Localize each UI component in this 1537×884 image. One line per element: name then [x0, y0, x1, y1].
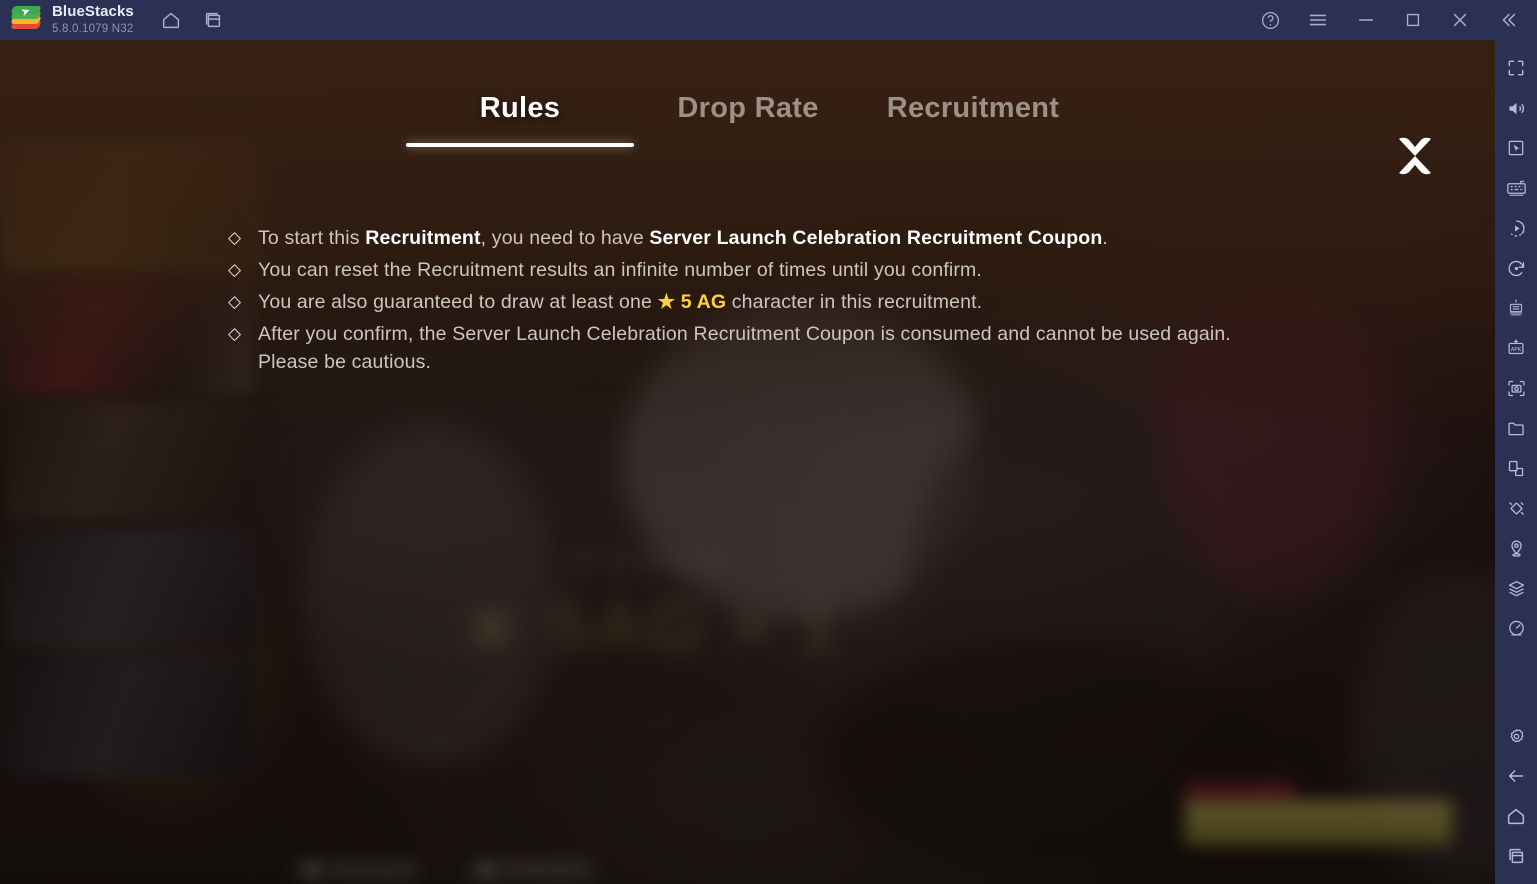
diamond-bullet-icon: ◇: [228, 228, 242, 247]
svg-text:APK: APK: [1511, 347, 1522, 353]
collapse-sidebar-icon[interactable]: [1497, 9, 1519, 31]
tab-recruitment-label: Recruitment: [886, 92, 1060, 124]
fullscreen-icon[interactable]: [1495, 48, 1537, 88]
rule-item: ◇ You can reset the Recruitment results a…: [228, 256, 1288, 284]
rule-text: You are also guaranteed to draw at least…: [258, 291, 983, 313]
layers-icon[interactable]: [1495, 568, 1537, 608]
diamond-bullet-icon: ◇: [228, 324, 242, 343]
game-viewport[interactable]: ★★★★★ ★ 5AG × 1 ▫▫▫▫▫▫▫▫▫▫▫▫▫▫▫▫▫▫▫▫▫▫▫▫…: [0, 40, 1495, 884]
minimize-icon[interactable]: [1355, 9, 1377, 31]
cursor-control-icon[interactable]: [1495, 128, 1537, 168]
bluestacks-sidebar: APK: [1495, 40, 1537, 884]
app-version: 5.8.0.1079 N32: [52, 22, 134, 35]
rules-list: ◇ To start this Recruitment, you need to …: [228, 224, 1288, 380]
sidebar-top-group: APK: [1495, 40, 1537, 648]
tab-rules[interactable]: Rules: [406, 92, 634, 147]
home-icon[interactable]: [160, 9, 182, 31]
titlebar-window-controls: [1260, 0, 1537, 40]
location-icon[interactable]: [1495, 528, 1537, 568]
rule-text: After you confirm, the Server Launch Cel…: [258, 323, 1231, 373]
diamond-bullet-icon: ◇: [228, 260, 242, 279]
home-icon[interactable]: [1495, 796, 1537, 836]
keyboard-controls-icon[interactable]: [1495, 168, 1537, 208]
close-star-icon[interactable]: [1387, 128, 1443, 184]
tab-rules-label: Rules: [479, 92, 561, 124]
multi-instance-sync-icon[interactable]: [1495, 288, 1537, 328]
titlebar: ➤ BlueStacks 5.8.0.1079 N32: [0, 0, 1537, 40]
tab-drop-rate-label: Drop Rate: [677, 92, 819, 124]
rotate-icon[interactable]: [1495, 248, 1537, 288]
volume-icon[interactable]: [1495, 88, 1537, 128]
close-icon[interactable]: [1449, 9, 1471, 31]
sidebar-bottom-group: [1495, 716, 1537, 884]
app-name: BlueStacks: [52, 3, 134, 21]
macro-recorder-icon[interactable]: [1495, 208, 1537, 248]
rule-text: You can reset the Recruitment results an…: [258, 259, 982, 281]
screenshot-icon[interactable]: [1495, 368, 1537, 408]
app-title-block: BlueStacks 5.8.0.1079 N32: [52, 4, 134, 35]
settings-gear-icon[interactable]: [1495, 716, 1537, 756]
bluestacks-logo-icon: ➤: [10, 5, 44, 34]
recents-icon[interactable]: [1495, 836, 1537, 876]
rule-item: ◇ To start this Recruitment, you need to …: [228, 224, 1288, 252]
titlebar-left-actions: [160, 9, 224, 31]
tab-drop-rate[interactable]: Drop Rate: [677, 92, 818, 125]
maximize-icon[interactable]: [1403, 10, 1423, 30]
back-arrow-icon[interactable]: [1495, 756, 1537, 796]
menu-icon[interactable]: [1307, 9, 1329, 31]
diamond-bullet-icon: ◇: [228, 292, 242, 311]
multi-instance-icon[interactable]: [202, 9, 224, 31]
media-manager-icon[interactable]: [1495, 408, 1537, 448]
rule-item: ◇ After you confirm, the Server Launch Ce…: [228, 320, 1288, 376]
shake-icon[interactable]: [1495, 488, 1537, 528]
bluestacks-window: ➤ BlueStacks 5.8.0.1079 N32 Rules Drop R…: [0, 0, 1537, 884]
install-apk-icon[interactable]: APK: [1495, 328, 1537, 368]
rule-item: ◇ You are also guaranteed to draw at leas…: [228, 288, 1288, 316]
tab-recruitment[interactable]: Recruitment: [887, 92, 1059, 125]
rules-dialog-overlay: [0, 40, 1495, 884]
performance-icon[interactable]: [1495, 608, 1537, 648]
help-icon[interactable]: [1260, 10, 1281, 31]
rule-text: To start this Recruitment, you need to h…: [258, 227, 1108, 249]
copy-to-pc-icon[interactable]: [1495, 448, 1537, 488]
tab-active-underline: [406, 143, 634, 147]
